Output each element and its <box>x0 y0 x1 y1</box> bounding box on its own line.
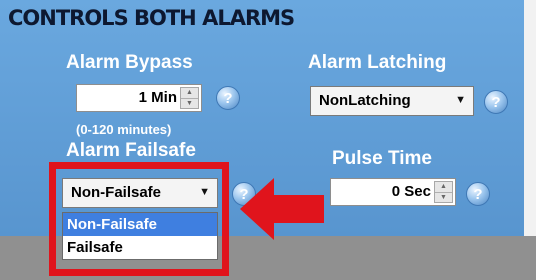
pulse-time-spinner[interactable]: 0 Sec ▲ ▼ <box>330 178 456 206</box>
pulse-time-label: Pulse Time <box>332 148 432 169</box>
alarm-bypass-stepper-buttons[interactable]: ▲ ▼ <box>180 87 199 109</box>
alarm-latching-help-icon[interactable]: ? <box>484 90 508 114</box>
spin-down-icon[interactable]: ▼ <box>435 191 452 203</box>
alarm-bypass-range-note: (0-120 minutes) <box>76 122 172 137</box>
pulse-time-stepper-buttons[interactable]: ▲ ▼ <box>434 181 453 203</box>
pulse-time-value: 0 Sec <box>391 183 431 200</box>
alarm-latching-label: Alarm Latching <box>308 52 447 73</box>
alarm-bypass-spinner[interactable]: 1 Min ▲ ▼ <box>76 84 202 112</box>
highlight-box-annotation <box>49 162 229 276</box>
red-arrow-icon <box>240 178 324 240</box>
pulse-time-help-icon[interactable]: ? <box>466 182 490 206</box>
section-title: CONTROLS BOTH ALARMS <box>8 6 295 30</box>
spin-down-icon[interactable]: ▼ <box>181 97 198 109</box>
spin-up-icon[interactable]: ▲ <box>181 88 198 98</box>
chevron-down-icon: ▼ <box>455 94 466 106</box>
alarm-latching-value: NonLatching <box>319 92 411 109</box>
alarm-failsafe-label: Alarm Failsafe <box>66 140 196 161</box>
panel-edge <box>524 0 536 236</box>
alarm-latching-select[interactable]: NonLatching ▼ <box>310 86 474 116</box>
alarm-bypass-value: 1 Min <box>138 89 177 106</box>
alarm-bypass-label: Alarm Bypass <box>66 52 193 73</box>
alarm-bypass-help-icon[interactable]: ? <box>216 86 240 110</box>
spin-up-icon[interactable]: ▲ <box>435 182 452 192</box>
